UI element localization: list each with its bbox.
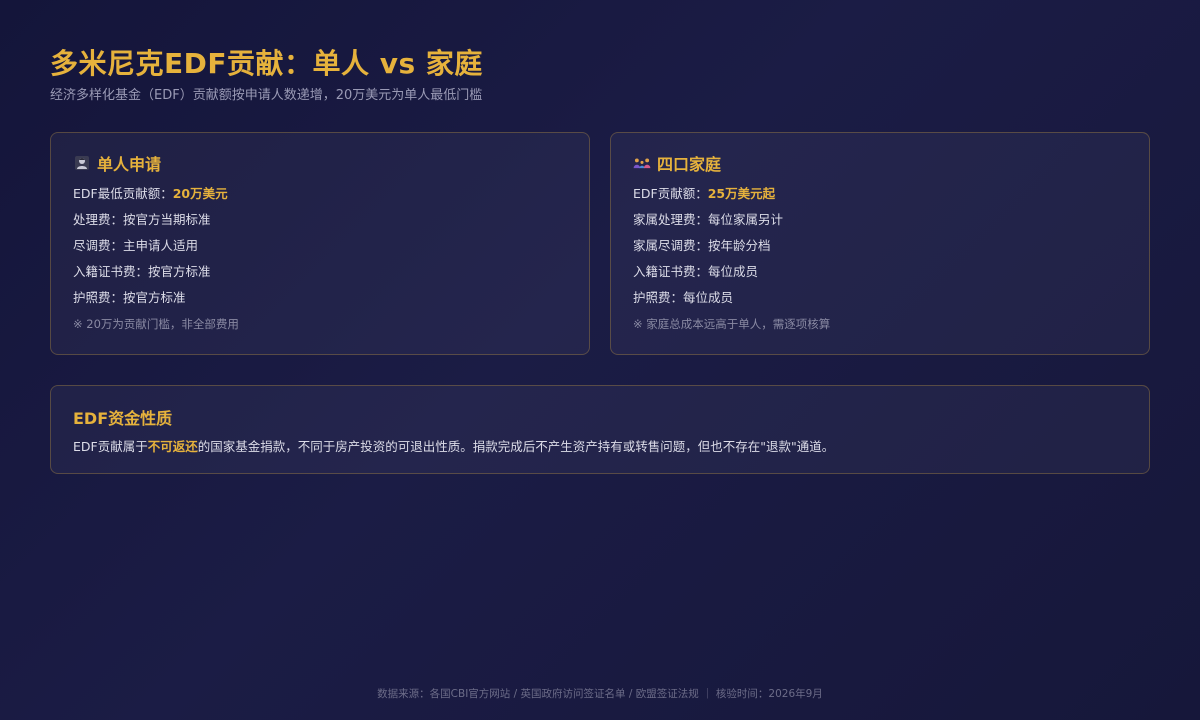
fee-label: EDF最低贡献额： (73, 186, 173, 201)
fee-label: 尽调费： (73, 238, 124, 253)
list-item: 尽调费：主申请人适用 (73, 237, 239, 263)
list-item: 处理费：按官方当期标准 (73, 211, 239, 237)
fee-label: 家属尽调费： (633, 238, 709, 253)
single-card-note: ※ 20万为贡献门槛，非全部费用 (73, 317, 239, 331)
list-item: 家属处理费：每位家属另计 (633, 211, 830, 237)
list-item: 家属尽调费：按年龄分档 (633, 237, 830, 263)
edf-card-title: EDF资金性质 (73, 409, 173, 428)
list-item: EDF最低贡献额：20万美元 (73, 185, 239, 211)
page-subtitle: 经济多样化基金（EDF）贡献额按申请人数递增，20万美元为单人最低门槛 (50, 88, 483, 103)
list-item: EDF贡献额：25万美元起 (633, 185, 830, 211)
family-fee-list: EDF贡献额：25万美元起 家属处理费：每位家属另计 家属尽调费：按年龄分档 入… (633, 185, 830, 333)
single-card-heading: 单人申请 (73, 151, 161, 175)
fee-label: 入籍证书费： (73, 264, 149, 279)
edf-nature-card: EDF资金性质 EDF贡献属于不可返还的国家基金捐款，不同于房产投资的可退出性质… (50, 385, 1150, 474)
fee-label: 入籍证书费： (633, 264, 709, 279)
fee-value: 按官方当期标准 (123, 212, 211, 227)
edf-card-text: EDF贡献属于不可返还的国家基金捐款，不同于房产投资的可退出性质。捐款完成后不产… (73, 436, 834, 455)
footer-source: 数据来源：各国CBI官方网站 / 英国政府访问签证名单 / 欧盟签证法规 ｜ 核… (377, 688, 823, 700)
family-icon (633, 154, 651, 172)
fee-label: 护照费： (633, 290, 684, 305)
fee-value: 主申请人适用 (123, 238, 199, 253)
family-card: 四口家庭 EDF贡献额：25万美元起 家属处理费：每位家属另计 家属尽调费：按年… (610, 132, 1150, 355)
fee-value: 每位成员 (708, 264, 759, 279)
fee-value-highlight: 20万美元 (172, 186, 228, 201)
fee-value-highlight: 25万美元起 (707, 186, 776, 201)
family-card-title: 四口家庭 (657, 155, 722, 174)
fee-value: 按官方标准 (123, 290, 186, 305)
family-card-heading: 四口家庭 (633, 151, 721, 175)
fee-value: 按年龄分档 (708, 238, 771, 253)
single-card-title: 单人申请 (97, 155, 162, 174)
family-card-note: ※ 家庭总成本远高于单人，需逐项核算 (633, 317, 831, 331)
list-item: 入籍证书费：每位成员 (633, 263, 830, 289)
edf-text-before: EDF贡献属于 (73, 439, 148, 454)
fee-label: EDF贡献额： (633, 186, 708, 201)
single-applicant-card: 单人申请 EDF最低贡献额：20万美元 处理费：按官方当期标准 尽调费：主申请人… (50, 132, 590, 355)
fee-value: 每位成员 (683, 290, 734, 305)
list-item: 护照费：每位成员 (633, 289, 830, 315)
list-item: 入籍证书费：按官方标准 (73, 263, 239, 289)
fee-label: 护照费： (73, 290, 124, 305)
edf-text-after: 的国家基金捐款，不同于房产投资的可退出性质。捐款完成后不产生资产持有或转售问题，… (197, 439, 835, 454)
fee-label: 家属处理费： (633, 212, 709, 227)
single-fee-list: EDF最低贡献额：20万美元 处理费：按官方当期标准 尽调费：主申请人适用 入籍… (73, 185, 239, 333)
fee-value: 每位家属另计 (708, 212, 784, 227)
edf-text-highlight: 不可返还 (147, 439, 198, 454)
fee-value: 按官方标准 (148, 264, 211, 279)
person-icon (73, 154, 91, 172)
list-item: 护照费：按官方标准 (73, 289, 239, 315)
page-title: 多米尼克EDF贡献：单人 vs 家庭 (50, 47, 483, 80)
fee-label: 处理费： (73, 212, 124, 227)
